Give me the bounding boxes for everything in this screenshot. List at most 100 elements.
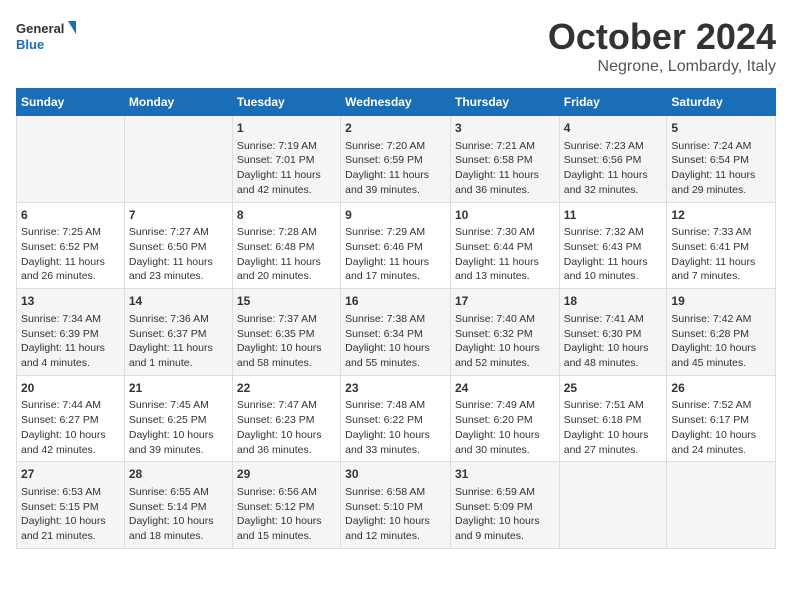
header-monday: Monday bbox=[124, 89, 232, 116]
day-info: Sunrise: 6:59 AM Sunset: 5:09 PM Dayligh… bbox=[455, 485, 555, 544]
table-row: 15 Sunrise: 7:37 AM Sunset: 6:35 PM Dayli… bbox=[232, 289, 340, 376]
table-row: 30 Sunrise: 6:58 AM Sunset: 5:10 PM Dayli… bbox=[341, 462, 451, 549]
table-row: 4 Sunrise: 7:23 AM Sunset: 6:56 PM Daylig… bbox=[559, 116, 667, 203]
day-info: Sunrise: 7:41 AM Sunset: 6:30 PM Dayligh… bbox=[564, 312, 663, 371]
table-row: 1 Sunrise: 7:19 AM Sunset: 7:01 PM Daylig… bbox=[232, 116, 340, 203]
day-info: Sunrise: 7:29 AM Sunset: 6:46 PM Dayligh… bbox=[345, 225, 446, 284]
day-number: 20 bbox=[21, 380, 120, 397]
header-thursday: Thursday bbox=[450, 89, 559, 116]
table-row: 17 Sunrise: 7:40 AM Sunset: 6:32 PM Dayli… bbox=[450, 289, 559, 376]
day-number: 28 bbox=[129, 466, 228, 483]
header-tuesday: Tuesday bbox=[232, 89, 340, 116]
day-number: 2 bbox=[345, 120, 446, 137]
day-info: Sunrise: 6:53 AM Sunset: 5:15 PM Dayligh… bbox=[21, 485, 120, 544]
day-number: 30 bbox=[345, 466, 446, 483]
table-row: 10Sunrise: 7:30 AM Sunset: 6:44 PM Dayli… bbox=[450, 202, 559, 289]
table-row: 31 Sunrise: 6:59 AM Sunset: 5:09 PM Dayli… bbox=[450, 462, 559, 549]
day-number: 23 bbox=[345, 380, 446, 397]
day-number: 22 bbox=[237, 380, 336, 397]
day-number: 19 bbox=[671, 293, 771, 310]
table-row bbox=[17, 116, 125, 203]
day-info: Sunrise: 7:37 AM Sunset: 6:35 PM Dayligh… bbox=[237, 312, 336, 371]
svg-text:General: General bbox=[16, 21, 64, 36]
day-number: 11 bbox=[564, 207, 663, 224]
day-info: Sunrise: 7:45 AM Sunset: 6:25 PM Dayligh… bbox=[129, 398, 228, 457]
day-info: Sunrise: 7:30 AM Sunset: 6:44 PM Dayligh… bbox=[455, 225, 555, 284]
day-number: 15 bbox=[237, 293, 336, 310]
table-row: 29Sunrise: 6:56 AM Sunset: 5:12 PM Dayli… bbox=[232, 462, 340, 549]
day-info: Sunrise: 7:19 AM Sunset: 7:01 PM Dayligh… bbox=[237, 139, 336, 198]
day-number: 21 bbox=[129, 380, 228, 397]
table-row: 22Sunrise: 7:47 AM Sunset: 6:23 PM Dayli… bbox=[232, 375, 340, 462]
day-info: Sunrise: 7:34 AM Sunset: 6:39 PM Dayligh… bbox=[21, 312, 120, 371]
day-number: 27 bbox=[21, 466, 120, 483]
day-number: 26 bbox=[671, 380, 771, 397]
table-row: 24Sunrise: 7:49 AM Sunset: 6:20 PM Dayli… bbox=[450, 375, 559, 462]
table-row: 7Sunrise: 7:27 AM Sunset: 6:50 PM Daylig… bbox=[124, 202, 232, 289]
day-number: 14 bbox=[129, 293, 228, 310]
day-info: Sunrise: 7:33 AM Sunset: 6:41 PM Dayligh… bbox=[671, 225, 771, 284]
table-row: 26Sunrise: 7:52 AM Sunset: 6:17 PM Dayli… bbox=[667, 375, 776, 462]
day-number: 10 bbox=[455, 207, 555, 224]
calendar-table: Sunday Monday Tuesday Wednesday Thursday… bbox=[16, 88, 776, 549]
table-row: 19 Sunrise: 7:42 AM Sunset: 6:28 PM Dayli… bbox=[667, 289, 776, 376]
calendar-header: Sunday Monday Tuesday Wednesday Thursday… bbox=[17, 89, 776, 116]
day-number: 7 bbox=[129, 207, 228, 224]
day-number: 3 bbox=[455, 120, 555, 137]
day-info: Sunrise: 7:42 AM Sunset: 6:28 PM Dayligh… bbox=[671, 312, 771, 371]
table-row: 8Sunrise: 7:28 AM Sunset: 6:48 PM Daylig… bbox=[232, 202, 340, 289]
calendar-title: October 2024 bbox=[548, 16, 776, 58]
svg-text:Blue: Blue bbox=[16, 37, 44, 52]
table-row: 5Sunrise: 7:24 AM Sunset: 6:54 PM Daylig… bbox=[667, 116, 776, 203]
header: General Blue October 2024 Negrone, Lomba… bbox=[16, 16, 776, 76]
day-info: Sunrise: 6:56 AM Sunset: 5:12 PM Dayligh… bbox=[237, 485, 336, 544]
day-info: Sunrise: 7:32 AM Sunset: 6:43 PM Dayligh… bbox=[564, 225, 663, 284]
table-row: 11Sunrise: 7:32 AM Sunset: 6:43 PM Dayli… bbox=[559, 202, 667, 289]
table-row bbox=[124, 116, 232, 203]
table-row: 2 Sunrise: 7:20 AM Sunset: 6:59 PM Daylig… bbox=[341, 116, 451, 203]
calendar-subtitle: Negrone, Lombardy, Italy bbox=[548, 58, 776, 76]
table-row: 3 Sunrise: 7:21 AM Sunset: 6:58 PM Daylig… bbox=[450, 116, 559, 203]
day-info: Sunrise: 7:51 AM Sunset: 6:18 PM Dayligh… bbox=[564, 398, 663, 457]
day-info: Sunrise: 7:27 AM Sunset: 6:50 PM Dayligh… bbox=[129, 225, 228, 284]
day-number: 6 bbox=[21, 207, 120, 224]
day-number: 4 bbox=[564, 120, 663, 137]
day-info: Sunrise: 7:36 AM Sunset: 6:37 PM Dayligh… bbox=[129, 312, 228, 371]
day-number: 25 bbox=[564, 380, 663, 397]
day-number: 31 bbox=[455, 466, 555, 483]
header-saturday: Saturday bbox=[667, 89, 776, 116]
generalblue-logo-icon: General Blue bbox=[16, 16, 76, 56]
table-row: 18 Sunrise: 7:41 AM Sunset: 6:30 PM Dayli… bbox=[559, 289, 667, 376]
day-info: Sunrise: 7:28 AM Sunset: 6:48 PM Dayligh… bbox=[237, 225, 336, 284]
day-info: Sunrise: 7:52 AM Sunset: 6:17 PM Dayligh… bbox=[671, 398, 771, 457]
day-number: 9 bbox=[345, 207, 446, 224]
day-info: Sunrise: 7:44 AM Sunset: 6:27 PM Dayligh… bbox=[21, 398, 120, 457]
day-info: Sunrise: 6:58 AM Sunset: 5:10 PM Dayligh… bbox=[345, 485, 446, 544]
day-info: Sunrise: 7:40 AM Sunset: 6:32 PM Dayligh… bbox=[455, 312, 555, 371]
table-row bbox=[667, 462, 776, 549]
table-row: 14 Sunrise: 7:36 AM Sunset: 6:37 PM Dayli… bbox=[124, 289, 232, 376]
day-number: 5 bbox=[671, 120, 771, 137]
table-row: 12Sunrise: 7:33 AM Sunset: 6:41 PM Dayli… bbox=[667, 202, 776, 289]
day-number: 17 bbox=[455, 293, 555, 310]
table-row: 23Sunrise: 7:48 AM Sunset: 6:22 PM Dayli… bbox=[341, 375, 451, 462]
day-info: Sunrise: 7:20 AM Sunset: 6:59 PM Dayligh… bbox=[345, 139, 446, 198]
day-number: 16 bbox=[345, 293, 446, 310]
day-number: 13 bbox=[21, 293, 120, 310]
day-info: Sunrise: 7:48 AM Sunset: 6:22 PM Dayligh… bbox=[345, 398, 446, 457]
day-info: Sunrise: 7:21 AM Sunset: 6:58 PM Dayligh… bbox=[455, 139, 555, 198]
table-row bbox=[559, 462, 667, 549]
day-info: Sunrise: 7:38 AM Sunset: 6:34 PM Dayligh… bbox=[345, 312, 446, 371]
day-number: 1 bbox=[237, 120, 336, 137]
table-row: 28Sunrise: 6:55 AM Sunset: 5:14 PM Dayli… bbox=[124, 462, 232, 549]
day-info: Sunrise: 7:47 AM Sunset: 6:23 PM Dayligh… bbox=[237, 398, 336, 457]
table-row: 27 Sunrise: 6:53 AM Sunset: 5:15 PM Dayli… bbox=[17, 462, 125, 549]
table-row: 16 Sunrise: 7:38 AM Sunset: 6:34 PM Dayli… bbox=[341, 289, 451, 376]
day-number: 18 bbox=[564, 293, 663, 310]
table-row: 21Sunrise: 7:45 AM Sunset: 6:25 PM Dayli… bbox=[124, 375, 232, 462]
day-info: Sunrise: 7:23 AM Sunset: 6:56 PM Dayligh… bbox=[564, 139, 663, 198]
header-sunday: Sunday bbox=[17, 89, 125, 116]
table-row: 9Sunrise: 7:29 AM Sunset: 6:46 PM Daylig… bbox=[341, 202, 451, 289]
table-row: 13 Sunrise: 7:34 AM Sunset: 6:39 PM Dayli… bbox=[17, 289, 125, 376]
header-friday: Friday bbox=[559, 89, 667, 116]
